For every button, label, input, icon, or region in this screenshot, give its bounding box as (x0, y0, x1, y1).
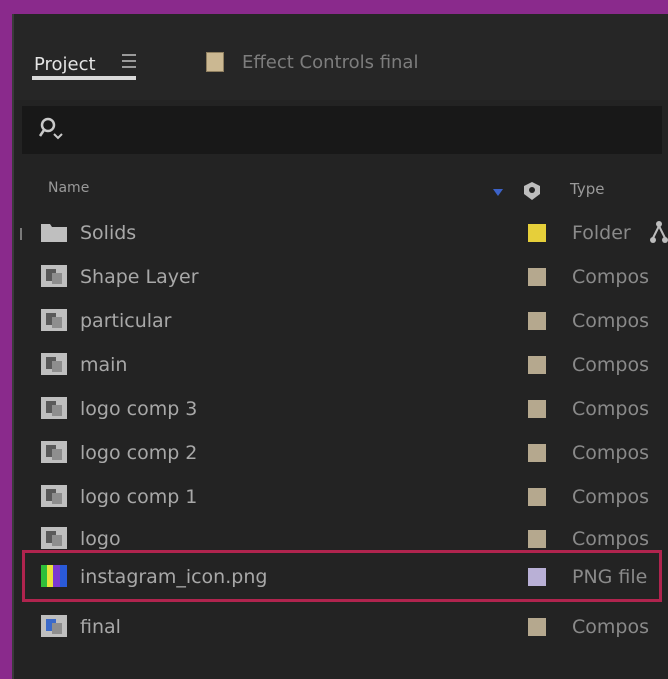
composition-icon (41, 397, 67, 419)
search-input[interactable] (22, 106, 662, 154)
item-name: Shape Layer (80, 266, 199, 288)
label-color-swatch[interactable] (528, 312, 546, 330)
item-name: final (80, 616, 121, 638)
column-header-type[interactable]: Type (570, 180, 604, 198)
list-item[interactable]: logo comp 1 Compos (14, 478, 668, 518)
list-item[interactable]: logo comp 2 Compos (14, 434, 668, 474)
list-item[interactable]: main Compos (14, 346, 668, 386)
composition-icon (41, 309, 67, 331)
item-name: logo (80, 528, 121, 550)
item-name: logo comp 3 (80, 398, 198, 420)
item-type: Compos (572, 310, 649, 332)
composition-icon (41, 441, 67, 463)
item-type: Compos (572, 442, 649, 464)
item-type: Folder (572, 222, 631, 244)
item-name: Solids (80, 222, 137, 244)
label-color-swatch[interactable] (528, 268, 546, 286)
list-item[interactable]: Solids Folder (14, 214, 668, 254)
list-item[interactable]: Shape Layer Compos (14, 258, 668, 298)
label-column-icon[interactable] (518, 178, 544, 204)
item-type: Compos (572, 616, 649, 638)
item-type: Compos (572, 398, 649, 420)
composition-icon (41, 615, 67, 637)
column-header-name[interactable]: Name (48, 180, 89, 196)
label-color-swatch[interactable] (528, 618, 546, 636)
folder-icon (41, 224, 67, 242)
item-name: main (80, 354, 128, 376)
search-icon (38, 117, 63, 140)
composition-icon (41, 353, 67, 375)
panel-tab-bar: Project Effect Controls final (14, 14, 668, 100)
item-type: Compos (572, 354, 649, 376)
expand-arrow-icon[interactable] (20, 228, 22, 240)
network-icon (650, 221, 668, 243)
list-item[interactable]: particular Compos (14, 302, 668, 342)
item-type: Compos (572, 486, 649, 508)
label-color-swatch[interactable] (528, 224, 546, 242)
effect-controls-icon (206, 52, 224, 72)
tab-effect-controls[interactable]: Effect Controls final (242, 52, 418, 73)
composition-icon (41, 265, 67, 287)
label-color-swatch[interactable] (528, 444, 546, 462)
composition-icon (41, 485, 67, 507)
column-header-row: Name Type (14, 174, 668, 210)
item-name: logo comp 1 (80, 486, 198, 508)
tab-project[interactable]: Project (34, 54, 96, 75)
label-color-swatch[interactable] (528, 488, 546, 506)
list-item[interactable]: final Compos (14, 608, 668, 648)
active-tab-indicator (32, 76, 136, 80)
sort-arrow-icon[interactable] (492, 186, 504, 198)
selection-highlight (22, 550, 662, 602)
item-name: logo comp 2 (80, 442, 198, 464)
panel-footer (14, 654, 668, 679)
label-color-swatch[interactable] (528, 356, 546, 374)
project-panel: Project Effect Controls final Name Type … (12, 14, 668, 679)
panel-menu-icon[interactable] (122, 54, 136, 68)
item-name: particular (80, 310, 172, 332)
item-type: Compos (572, 528, 649, 550)
list-item[interactable]: logo comp 3 Compos (14, 390, 668, 430)
label-color-swatch[interactable] (528, 530, 546, 548)
item-type: Compos (572, 266, 649, 288)
label-color-swatch[interactable] (528, 400, 546, 418)
composition-icon (41, 527, 67, 549)
